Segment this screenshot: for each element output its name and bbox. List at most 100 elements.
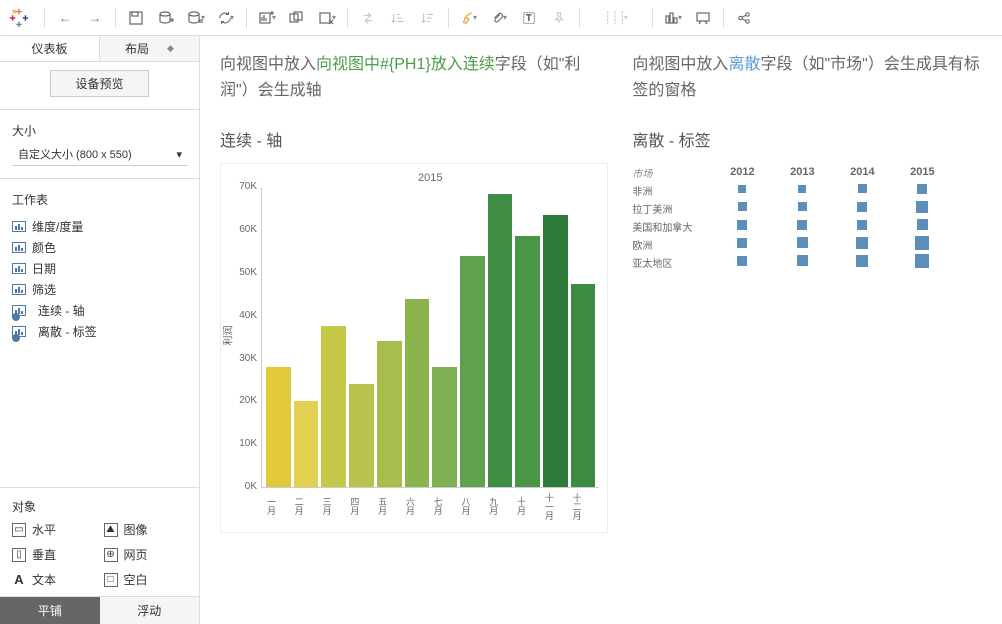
bar[interactable] [571,284,596,488]
bar[interactable] [266,367,291,487]
new-datasource-button[interactable] [152,4,180,32]
bar-chart-year: 2015 [261,172,599,184]
object-item[interactable]: ▭水平 [12,519,96,540]
x-label: 八月 [459,492,484,520]
sheet-item[interactable]: 维度/度量 [0,216,199,237]
x-label: 十二月 [571,492,596,520]
bar-chart[interactable]: 2015 利润 0K10K20K30K40K50K60K70K 一月二月三月四月… [220,163,608,533]
y-tick: 70K [233,181,257,192]
refresh-button[interactable]: ▾ [212,4,240,32]
row-label: 亚太地区 [632,255,712,270]
fit-button[interactable]: ┊┊┊ ▾ [586,4,646,32]
sheet-item[interactable]: 连续 - 轴 [0,300,199,321]
bar[interactable] [515,236,540,487]
size-select[interactable]: 自定义大小 (800 x 550)▾ [12,143,188,166]
mode-tiled[interactable]: 平铺 [0,597,100,624]
save-button[interactable] [122,4,150,32]
bar[interactable] [405,299,430,488]
discrete-chart-title: 离散 - 标签 [632,127,982,151]
sheet-item[interactable]: 日期 [0,258,199,279]
discrete-cell[interactable] [712,238,772,251]
duplicate-button[interactable] [283,4,311,32]
x-label: 六月 [404,492,429,520]
share-button[interactable] [730,4,758,32]
y-tick: 50K [233,267,257,278]
sheet-item[interactable]: 离散 - 标签 [0,321,199,342]
presentation-button[interactable] [689,4,717,32]
discrete-cell[interactable] [892,201,952,216]
object-item[interactable]: ⛰图像 [104,519,188,540]
bar[interactable] [321,326,346,487]
forward-button[interactable]: → [81,4,109,32]
object-item[interactable]: □空白 [104,569,188,590]
row-label: 欧洲 [632,237,712,252]
discrete-cell[interactable] [772,184,832,196]
bar[interactable] [460,256,485,487]
pin-button[interactable] [545,4,573,32]
x-label: 四月 [348,492,373,520]
sort-asc-button[interactable] [384,4,412,32]
attach-button[interactable]: ▾ [485,4,513,32]
discrete-cell[interactable] [712,202,772,214]
discrete-cell[interactable] [892,184,952,197]
pause-updates-button[interactable]: ▾ [182,4,210,32]
discrete-cell[interactable] [892,254,952,271]
bar[interactable] [294,401,319,487]
x-label: 二月 [293,492,318,520]
show-me-button[interactable]: ▾ [659,4,687,32]
x-label: 一月 [265,492,290,520]
discrete-cell[interactable] [832,237,892,252]
discrete-cell[interactable] [712,184,772,196]
object-item[interactable]: A文本 [12,569,96,590]
object-icon: ⛰ [104,523,118,537]
x-label: 三月 [321,492,346,520]
col-header: 2012 [712,166,772,178]
svg-text:T: T [526,13,531,22]
clear-button[interactable]: ▾ [313,4,341,32]
mode-floating[interactable]: 浮动 [100,597,200,624]
x-label: 五月 [376,492,401,520]
sheet-item[interactable]: 颜色 [0,237,199,258]
row-label: 美国和加拿大 [632,219,712,234]
discrete-cell[interactable] [772,237,832,251]
text-format-button[interactable]: T [515,4,543,32]
tab-layout[interactable]: 布局◆ [99,36,199,61]
sort-desc-button[interactable] [414,4,442,32]
y-tick: 30K [233,353,257,364]
swap-button[interactable] [354,4,382,32]
row-label: 拉丁美洲 [632,201,712,216]
discrete-cell[interactable] [832,255,892,270]
discrete-cell[interactable] [892,219,952,233]
discrete-cell[interactable] [832,220,892,233]
object-item[interactable]: ▯垂直 [12,544,96,565]
dashboard-canvas: 向视图中放入向视图中#{PH1}放入连续字段（如"利润"）会生成轴 连续 - 轴… [200,36,1002,624]
discrete-cell[interactable] [832,202,892,215]
discrete-cell[interactable] [772,255,832,269]
discrete-cell[interactable] [712,220,772,233]
object-item[interactable]: ⊕网页 [104,544,188,565]
discrete-table[interactable]: 市场2012201320142015非洲拉丁美洲美国和加拿大欧洲亚太地区 [632,163,982,271]
x-label: 十月 [515,492,540,520]
worksheet-icon [12,221,26,232]
bar[interactable] [432,367,457,487]
bar[interactable] [349,384,374,487]
new-worksheet-button[interactable]: ▾ [253,4,281,32]
discrete-cell[interactable] [832,184,892,196]
bar[interactable] [543,215,568,487]
object-icon: ⊕ [104,548,118,562]
object-icon: ▯ [12,548,26,562]
back-button[interactable]: ← [51,4,79,32]
bar[interactable] [377,341,402,487]
highlight-button[interactable]: ▾ [455,4,483,32]
discrete-cell[interactable] [772,220,832,233]
device-preview-button[interactable]: 设备预览 [50,70,148,97]
col-header: 2013 [772,166,832,178]
discrete-cell[interactable] [892,236,952,253]
tab-dashboard[interactable]: 仪表板 [0,36,99,61]
discrete-cell[interactable] [772,202,832,214]
bar[interactable] [488,194,513,488]
discrete-cell[interactable] [712,256,772,269]
sheet-item[interactable]: 筛选 [0,279,199,300]
worksheet-icon [12,263,26,274]
y-tick: 0K [233,481,257,492]
